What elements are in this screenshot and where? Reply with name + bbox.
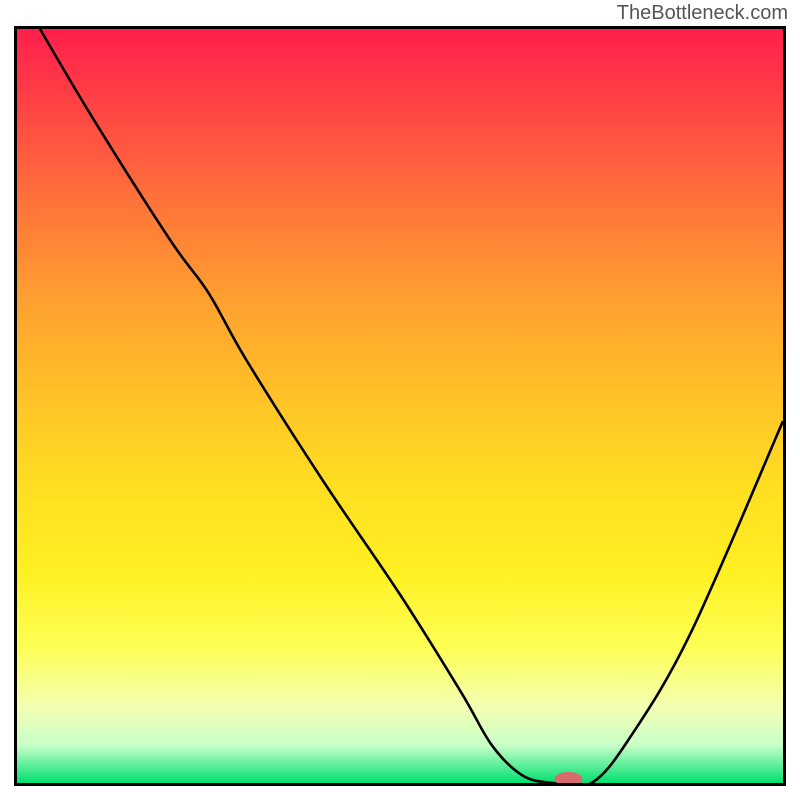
bottleneck-curve — [40, 29, 783, 783]
curve-svg — [17, 29, 783, 783]
optimal-marker — [555, 772, 583, 783]
watermark-text: TheBottleneck.com — [617, 2, 788, 25]
plot-area — [14, 26, 786, 786]
chart-container: TheBottleneck.com — [0, 0, 800, 800]
